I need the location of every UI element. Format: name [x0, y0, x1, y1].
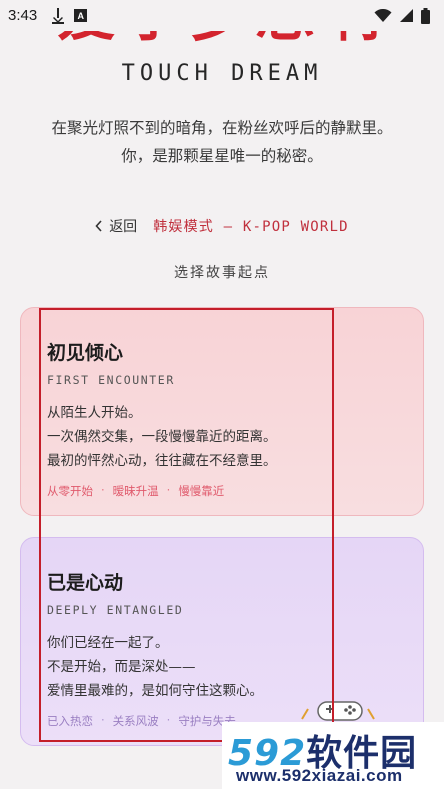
intro-text: 在聚光灯照不到的暗角，在粉丝欢呼后的静默里。 你，是那颗星星唯一的秘密。	[0, 114, 444, 170]
back-button[interactable]: 返回	[95, 216, 137, 236]
card-desc-line: 一次偶然交集，一段慢慢靠近的距离。	[47, 429, 277, 445]
card-tag: 慢慢靠近	[178, 484, 225, 498]
signal-icon	[400, 9, 413, 22]
section-label: 选择故事起点	[174, 265, 270, 281]
tag-separator: ·	[166, 483, 171, 497]
tag-separator: ·	[101, 483, 105, 497]
download-icon	[51, 7, 65, 24]
chevron-left-icon	[95, 220, 102, 232]
card-tag: 已入热恋	[47, 714, 93, 728]
card-tags: 从零开始 · 暧昧升温 · 慢慢靠近	[47, 483, 397, 499]
wifi-icon	[374, 8, 392, 22]
mode-nav: 返回 韩娱模式 — K-POP WORLD	[0, 216, 444, 236]
app-title-en: TOUCH DREAM	[121, 61, 323, 86]
card-subtitle-en: DEEPLY ENTANGLED	[47, 603, 184, 617]
gamepad-icon	[301, 701, 375, 721]
watermark-logo: 592软件园 www.592xiazai.com	[222, 722, 444, 789]
card-desc-line: 最初的怦然心动，往往藏在不经意里。	[47, 453, 277, 469]
card-desc-line: 你们已经在一起了。	[47, 635, 169, 651]
card-title: 已是心动	[47, 572, 124, 594]
card-description: 从陌生人开始。 一次偶然交集，一段慢慢靠近的距离。 最初的怦然心动，往往藏在不经…	[47, 401, 397, 473]
back-label: 返回	[109, 219, 138, 235]
card-tag: 暧昧升温	[112, 484, 159, 498]
story-card-first-encounter[interactable]: 初见倾心 FIRST ENCOUNTER 从陌生人开始。 一次偶然交集，一段慢慢…	[20, 307, 424, 516]
status-bar: 3:43 A	[0, 0, 444, 31]
card-subtitle-en: FIRST ENCOUNTER	[47, 373, 175, 387]
intro-line: 你，是那颗星星唯一的秘密。	[121, 147, 323, 165]
watermark-url: www.592xiazai.com	[236, 766, 403, 785]
tag-separator: ·	[101, 713, 105, 727]
card-desc-line: 不是开始，而是深处——	[47, 659, 196, 675]
a-icon: A	[74, 9, 88, 22]
card-tag: 关系风波	[112, 714, 159, 728]
card-title: 初见倾心	[47, 342, 124, 364]
battery-icon	[421, 7, 430, 24]
card-description: 你们已经在一起了。 不是开始，而是深处—— 爱情里最难的，是如何守住这颗心。	[47, 631, 397, 703]
card-desc-line: 从陌生人开始。	[47, 405, 142, 421]
status-time: 3:43	[8, 7, 38, 24]
intro-line: 在聚光灯照不到的暗角，在粉丝欢呼后的静默里。	[51, 119, 393, 137]
mode-label: 韩娱模式 — K-POP WORLD	[153, 219, 349, 235]
tag-separator: ·	[166, 713, 171, 727]
card-tag: 从零开始	[47, 484, 93, 498]
